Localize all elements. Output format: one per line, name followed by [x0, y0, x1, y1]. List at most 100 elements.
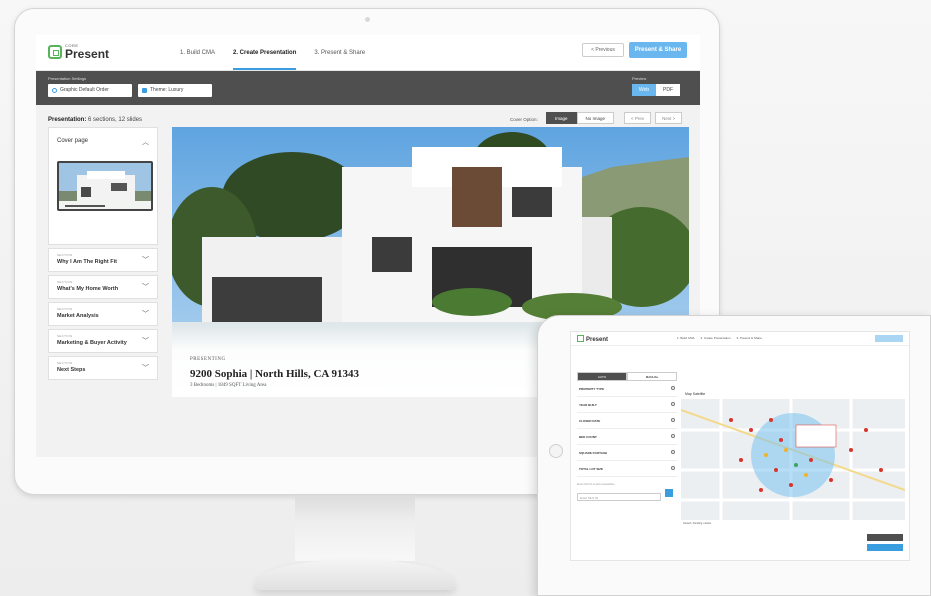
filter-toggle-icon[interactable] [671, 386, 675, 390]
preview-pdf-button[interactable]: PDF [656, 84, 680, 96]
filter-label: CLOSED DATE [579, 419, 601, 423]
preview-toggle: Web PDF [632, 84, 680, 96]
presentation-settings-bar: Presentation Settings Graphic Default Or… [36, 71, 700, 105]
filter-label: SQUARE FOOTAGE [579, 451, 608, 455]
section-marketing-buyer[interactable]: SECTION Marketing & Buyer Activity ﹀ [48, 329, 158, 353]
app-logo[interactable]: CORE Present [48, 44, 109, 60]
cover-thumbnail[interactable] [57, 161, 153, 211]
graphic-order-value: Graphic Default Order [60, 87, 109, 93]
cover-option-toggle: Image No Image [546, 112, 615, 124]
cover-page-panel[interactable]: Cover page ︿ [48, 127, 158, 245]
section-name: Market Analysis [57, 313, 99, 319]
chevron-down-icon[interactable]: ﹀ [142, 282, 149, 292]
tablet-screen: Present 1. Build CMA 2. Create Presentat… [570, 331, 910, 561]
tablet-step-build[interactable]: 1. Build CMA [677, 336, 695, 340]
cover-image-button[interactable]: Image [546, 112, 577, 124]
filter-year-built[interactable]: YEAR BUILT [577, 397, 677, 413]
preview-label: Preview [632, 76, 647, 81]
previous-button[interactable]: < Previous [582, 43, 624, 57]
filter-square-footage[interactable]: SQUARE FOOTAGE [577, 445, 677, 461]
tablet-device: Present 1. Build CMA 2. Create Presentat… [537, 315, 931, 596]
presentation-summary: Presentation: 6 sections, 12 slides [48, 117, 142, 123]
chevron-up-icon[interactable]: ︿ [142, 137, 149, 147]
theme-value: Theme: Luxury [150, 87, 184, 93]
workflow-steps: 1. Build CMA 2. Create Presentation 3. P… [180, 35, 365, 71]
sections-sidebar: Cover page ︿ SECTION Why I Am The Right … [48, 127, 158, 380]
filter-toggle-icon[interactable] [671, 466, 675, 470]
filter-label: PROPERTY TYPE [579, 387, 605, 391]
chevron-down-icon[interactable]: ﹀ [142, 363, 149, 373]
filter-property-type[interactable]: PROPERTY TYPE [577, 381, 677, 397]
tablet-tab-manual[interactable]: MANUAL [627, 372, 677, 381]
presentation-count: 6 sections, 12 slides [88, 117, 143, 123]
map-graphic [681, 390, 905, 520]
settings-label: Presentation Settings [48, 76, 87, 81]
comparables-map[interactable]: Map Satellite [681, 390, 905, 520]
section-tag: SECTION [57, 307, 73, 311]
section-name: Next Steps [57, 367, 86, 373]
step-present-share[interactable]: 3. Present & Share [314, 35, 365, 71]
filter-toggle-icon[interactable] [671, 402, 675, 406]
logo-mark-icon [48, 45, 62, 59]
section-tag: SECTION [57, 334, 73, 338]
tablet-step-create[interactable]: 2. Create Presentation [701, 336, 731, 340]
chevron-down-icon[interactable]: ﹀ [142, 336, 149, 346]
mls-search-button[interactable] [665, 489, 673, 497]
cover-thumbnail-image [59, 163, 151, 209]
property-address: 9200 Sophia | North Hills, CA 91343 [190, 368, 359, 380]
section-tag: SECTION [57, 280, 73, 284]
mls-search-input[interactable]: Enter MLS ID [577, 493, 661, 501]
presentation-label: Presentation: [48, 117, 87, 123]
theme-select[interactable]: Theme: Luxury [138, 84, 212, 97]
tablet-top-bar: Present 1. Build CMA 2. Create Presentat… [571, 332, 909, 346]
theme-icon [142, 88, 147, 93]
property-details: 3 Bedrooms | 1849 SQFT Living Area [190, 383, 267, 388]
filter-label: BED COUNT [579, 435, 597, 439]
tablet-mode-tabs: AUTO MANUAL [577, 372, 677, 381]
filter-toggle-icon[interactable] [671, 434, 675, 438]
step-create-presentation[interactable]: 2. Create Presentation [233, 35, 297, 71]
section-next-steps[interactable]: SECTION Next Steps ﹀ [48, 356, 158, 380]
section-name: Marketing & Buyer Activity [57, 340, 127, 346]
step-build-cma[interactable]: 1. Build CMA [180, 35, 215, 71]
tablet-steps: 1. Build CMA 2. Create Presentation 3. P… [677, 336, 762, 340]
filter-toggle-icon[interactable] [671, 418, 675, 422]
cover-page-title: Cover page [57, 138, 89, 144]
filter-label: TOTAL LOT SIZE [579, 467, 603, 471]
tablet-filter-panel: AUTO MANUAL PROPERTY TYPE YEAR BUILT CLO… [577, 360, 677, 504]
filter-closed-date[interactable]: CLOSED DATE [577, 413, 677, 429]
mls-search-hint: Enter MLS ID to add comparables [577, 483, 615, 486]
tablet-tab-auto[interactable]: AUTO [577, 372, 627, 381]
graphic-icon [52, 88, 57, 93]
prev-slide-button[interactable]: < Prev [624, 112, 652, 124]
present-share-button[interactable]: Present & Share [629, 42, 687, 58]
section-tag: SECTION [57, 361, 73, 365]
filter-label: YEAR BUILT [579, 403, 597, 407]
next-slide-button[interactable]: Next > [655, 112, 683, 124]
section-why-right-fit[interactable]: SECTION Why I Am The Right Fit ﹀ [48, 248, 158, 272]
cover-option-label: Cover Option: [510, 117, 538, 122]
slide-navigation: < Prev Next > [624, 112, 683, 124]
section-name: What's My Home Worth [57, 286, 119, 292]
filter-lot-size[interactable]: TOTAL LOT SIZE [577, 461, 677, 477]
monitor-neck [295, 495, 415, 561]
camera-dot [365, 17, 370, 22]
preview-web-button[interactable]: Web [632, 84, 656, 96]
logo-name: Present [65, 47, 110, 61]
chevron-down-icon[interactable]: ﹀ [142, 309, 149, 319]
filter-toggle-icon[interactable] [671, 450, 675, 454]
tablet-logo[interactable]: Present [577, 335, 608, 343]
cover-no-image-button[interactable]: No Image [576, 112, 615, 124]
map-legend: Closed • Pending • Active [683, 522, 712, 525]
tablet-step-present[interactable]: 3. Present & Share [737, 336, 762, 340]
graphic-order-select[interactable]: Graphic Default Order [48, 84, 132, 97]
section-home-worth[interactable]: SECTION What's My Home Worth ﹀ [48, 275, 158, 299]
chevron-down-icon[interactable]: ﹀ [142, 255, 149, 265]
tablet-dark-action-button[interactable] [867, 534, 903, 541]
tablet-top-action-button[interactable] [875, 335, 903, 342]
map-view-tabs[interactable]: Map Satellite [681, 390, 905, 399]
filter-bed-count[interactable]: BED COUNT [577, 429, 677, 445]
tablet-blue-action-button[interactable] [867, 544, 903, 551]
presenting-label: PRESENTING [190, 357, 226, 362]
section-market-analysis[interactable]: SECTION Market Analysis ﹀ [48, 302, 158, 326]
